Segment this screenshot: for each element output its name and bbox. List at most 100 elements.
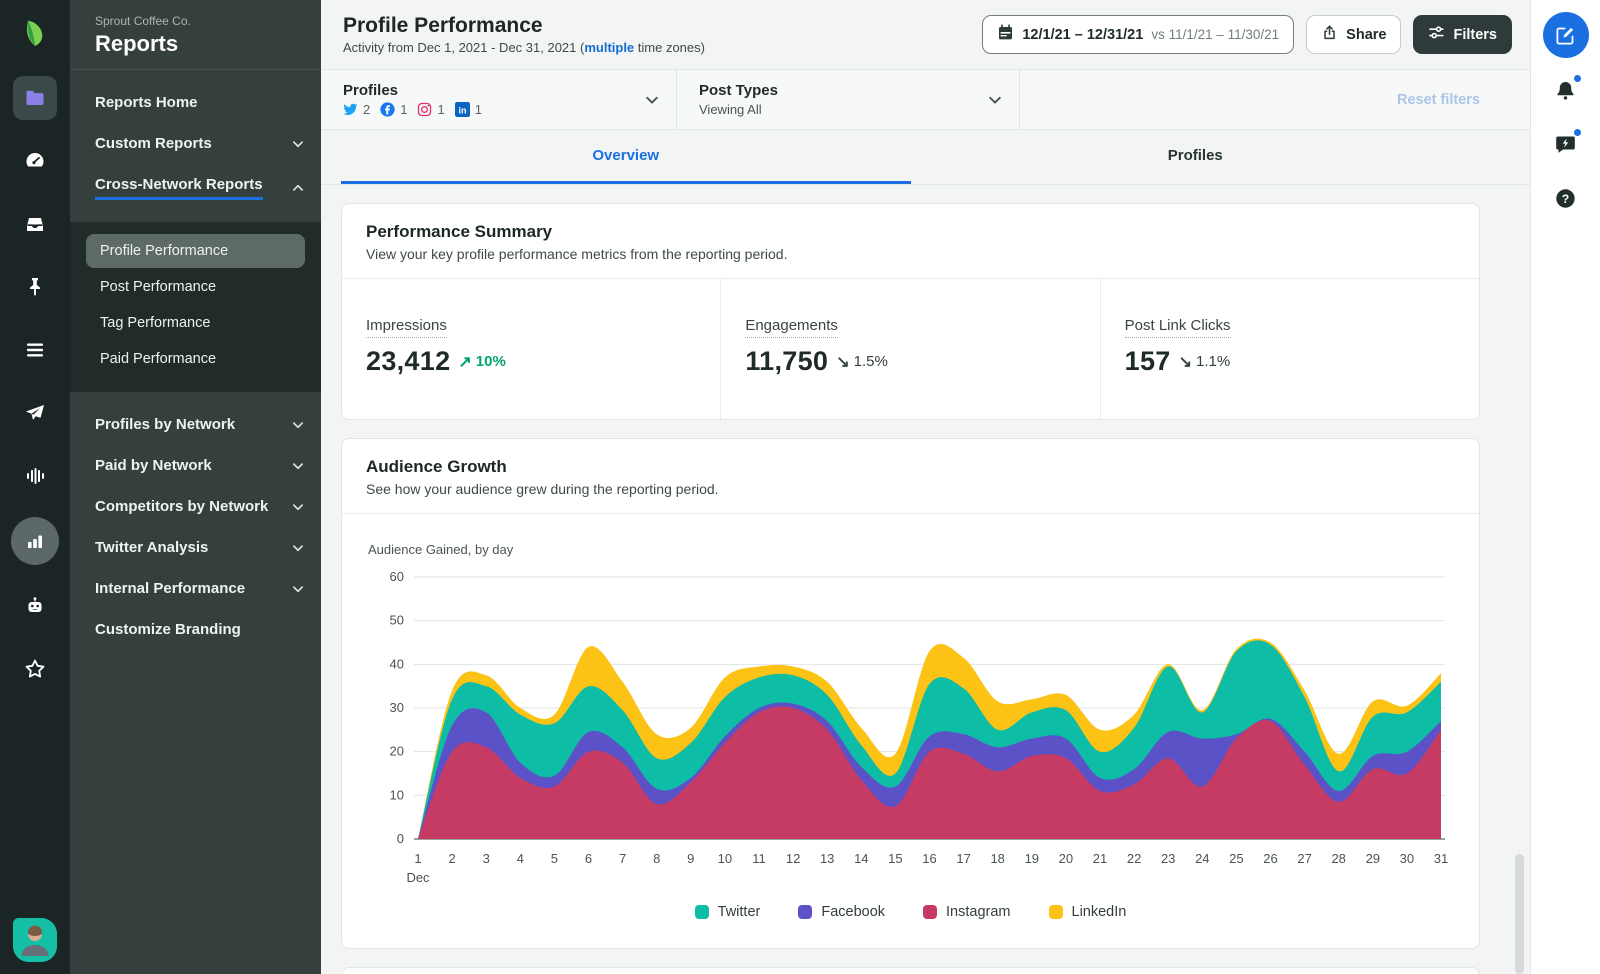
- legend-item-twitter[interactable]: Twitter: [694, 904, 760, 920]
- metric-change-up: ↗ 10%: [458, 352, 505, 372]
- page-header-text: Profile Performance Activity from Dec 1,…: [343, 14, 705, 55]
- share-button-label: Share: [1346, 26, 1387, 43]
- post-types-filter-dropdown[interactable]: Post Types Viewing All: [677, 70, 1020, 129]
- y-axis-tick-label: 20: [390, 744, 404, 759]
- metric-change-down: ↘ 1.1%: [1179, 352, 1231, 372]
- nav-cross-network-sublist: Profile Performance Post Performance Tag P…: [70, 222, 321, 392]
- filters-button-label: Filters: [1453, 26, 1497, 43]
- x-axis-tick-label: 16: [922, 851, 936, 866]
- star-icon[interactable]: [13, 647, 57, 691]
- compose-icon[interactable]: [1542, 12, 1589, 58]
- page-subtitle: Activity from Dec 1, 2021 - Dec 31, 2021…: [343, 40, 705, 55]
- legend-item-instagram[interactable]: Instagram: [923, 904, 1011, 920]
- sidebar-item-competitors-by-network[interactable]: Competitors by Network: [70, 486, 321, 527]
- reset-filters-button[interactable]: Reset filters: [1397, 92, 1480, 108]
- sidebar-item-customize-branding[interactable]: Customize Branding: [70, 609, 321, 650]
- sidebar-item-profiles-by-network[interactable]: Profiles by Network: [70, 404, 321, 445]
- profile-network-counts: 2 1 1 in 1: [343, 102, 482, 117]
- chevron-down-icon: [987, 92, 1003, 108]
- x-axis-tick-label: 22: [1127, 851, 1141, 866]
- summary-metrics: Impressions 23,412 ↗ 10% Engagements 11,750 ↘ 1…: [342, 279, 1479, 419]
- inbox-icon[interactable]: [13, 202, 57, 246]
- sidebar-item-label: Twitter Analysis: [95, 539, 209, 556]
- tab-profiles[interactable]: Profiles: [911, 130, 1481, 184]
- chat-bolt-icon[interactable]: [1544, 122, 1588, 166]
- paper-plane-icon[interactable]: [13, 391, 57, 435]
- metric-post-link-clicks: Post Link Clicks 157 ↘ 1.1%: [1099, 279, 1479, 419]
- filters-button[interactable]: Filters: [1413, 15, 1512, 54]
- sidebar-subitem-post-performance[interactable]: Post Performance: [86, 270, 305, 304]
- profiles-filter-label: Profiles: [343, 82, 399, 99]
- post-types-filter-value: Viewing All: [699, 102, 762, 117]
- sidebar-item-paid-by-network[interactable]: Paid by Network: [70, 445, 321, 486]
- post-types-filter-label: Post Types: [699, 82, 778, 99]
- x-axis-tick-label: 1: [414, 851, 421, 866]
- page-header: Profile Performance Activity from Dec 1,…: [321, 0, 1530, 70]
- profile-count-value: 2: [363, 102, 371, 117]
- share-button[interactable]: Share: [1306, 15, 1402, 54]
- x-axis-tick-label: 11: [752, 851, 766, 866]
- legend-item-facebook[interactable]: Facebook: [798, 904, 885, 920]
- app-root: Sprout Coffee Co. Reports Reports Home Cu…: [0, 0, 1600, 974]
- metric-label[interactable]: Engagements: [745, 317, 838, 338]
- nav-bottom-group: Profiles by Network Paid by Network Compet…: [70, 392, 321, 660]
- chart-legend: Twitter Facebook Instagram LinkedIn: [366, 896, 1455, 942]
- nav-top-group: Reports Home Custom Reports Cross-Network …: [70, 70, 321, 222]
- y-axis-tick-label: 40: [390, 656, 404, 671]
- profiles-filter-dropdown[interactable]: Profiles 2 1 1 in 1: [321, 70, 677, 129]
- metric-label[interactable]: Post Link Clicks: [1124, 317, 1231, 338]
- bar-chart-icon[interactable]: [11, 517, 59, 565]
- x-axis-tick-label: 4: [517, 851, 524, 866]
- metric-label[interactable]: Impressions: [366, 317, 447, 338]
- help-icon[interactable]: ?: [1544, 176, 1588, 220]
- metric-value: 157: [1124, 346, 1171, 376]
- gauge-icon[interactable]: [13, 139, 57, 183]
- list-icon[interactable]: [13, 328, 57, 372]
- subtitle-suffix: time zones): [634, 40, 705, 55]
- date-compare-value: vs 11/1/21 – 11/30/21: [1151, 27, 1280, 42]
- sidebar-item-custom-reports[interactable]: Custom Reports: [70, 123, 321, 164]
- sidebar-subitem-paid-performance[interactable]: Paid Performance: [86, 342, 305, 376]
- chevron-down-icon: [291, 500, 305, 514]
- x-axis-tick-label: 6: [585, 851, 592, 866]
- sidebar-subitem-tag-performance[interactable]: Tag Performance: [86, 306, 305, 340]
- bell-icon[interactable]: [1544, 68, 1588, 112]
- metric-impressions: Impressions 23,412 ↗ 10%: [342, 279, 720, 419]
- x-axis-tick-label: 21: [1093, 851, 1107, 866]
- y-axis-tick-label: 10: [390, 787, 404, 802]
- sprout-logo[interactable]: [13, 10, 57, 54]
- report-content: Performance Summary View your key profil…: [321, 185, 1530, 974]
- sidebar-item-label: Competitors by Network: [95, 498, 269, 515]
- legend-item-linkedin[interactable]: LinkedIn: [1048, 904, 1126, 920]
- nav-section-title: Reports: [95, 31, 179, 56]
- sidebar-item-cross-network-reports[interactable]: Cross-Network Reports: [70, 164, 321, 212]
- vertical-scrollbar-thumb[interactable]: [1515, 854, 1524, 974]
- legend-label: Instagram: [946, 904, 1011, 920]
- audience-growth-chart[interactable]: 01020304050601Dec2 3 4 5 6 7 8 9 10 11 12 13 14 15 16 1…: [366, 561, 1455, 891]
- sidebar-item-label: Profiles by Network: [95, 416, 236, 433]
- pin-icon[interactable]: [13, 265, 57, 309]
- legend-swatch: [694, 905, 709, 919]
- folder-icon[interactable]: [13, 76, 57, 120]
- robot-icon[interactable]: [13, 584, 57, 628]
- rail-icon-list: [0, 0, 70, 700]
- sidebar-item-internal-performance[interactable]: Internal Performance: [70, 568, 321, 609]
- svg-text:?: ?: [1562, 192, 1569, 206]
- sidebar-item-reports-home[interactable]: Reports Home: [70, 82, 321, 123]
- svg-text:in: in: [458, 105, 466, 115]
- x-axis-tick-label: 20: [1059, 851, 1073, 866]
- x-axis-tick-label: 18: [990, 851, 1004, 866]
- calendar-icon: [997, 24, 1014, 45]
- waveform-icon[interactable]: [13, 454, 57, 498]
- multiple-timezones-link[interactable]: multiple: [584, 40, 634, 55]
- legend-swatch: [798, 905, 813, 919]
- x-axis-tick-label: 31: [1434, 851, 1448, 866]
- user-avatar[interactable]: [13, 918, 57, 962]
- date-range-button[interactable]: 12/1/21 – 12/31/21 vs 11/1/21 – 11/30/21: [982, 15, 1295, 54]
- subtitle-prefix: Activity from Dec 1, 2021 - Dec 31, 2021…: [343, 40, 585, 55]
- sidebar-item-twitter-analysis[interactable]: Twitter Analysis: [70, 527, 321, 568]
- sidebar-subitem-profile-performance[interactable]: Profile Performance: [86, 234, 305, 268]
- x-axis-tick-label: 3: [483, 851, 490, 866]
- tab-overview[interactable]: Overview: [341, 130, 911, 184]
- x-axis-tick-label: 26: [1263, 851, 1277, 866]
